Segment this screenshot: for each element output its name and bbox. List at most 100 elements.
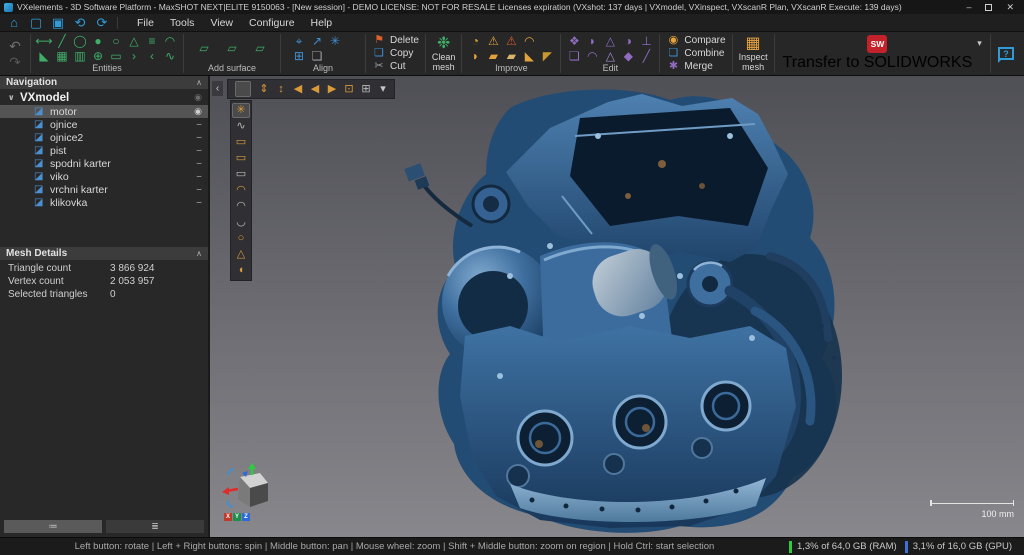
tree-item-viko[interactable]: ◪ viko ⌣ [0, 170, 208, 183]
triangle-selection-tool[interactable]: △ [232, 247, 250, 262]
export-session-icon[interactable]: ⟳ [92, 15, 112, 31]
expander-icon[interactable]: ∨ [8, 93, 20, 102]
tree-item-motor[interactable]: ◪ motor ◉ [0, 105, 208, 118]
brush-selection-tool[interactable]: ✳ [232, 103, 250, 118]
import-session-icon[interactable]: ⟲ [70, 15, 90, 31]
fill-holes-icon[interactable]: ◔ [466, 33, 484, 48]
visibility-eye-icon[interactable]: ◉ [188, 106, 202, 117]
clean-mesh-button[interactable]: ❉ Clean mesh [426, 32, 462, 75]
slab-entity-icon[interactable]: ≡ [143, 33, 161, 48]
arc-right-entity-icon[interactable]: › [125, 48, 143, 63]
menu-view[interactable]: View [204, 15, 239, 31]
cut-button[interactable]: ✂ Cut [372, 61, 419, 73]
defeature-icon[interactable]: ❖ [565, 33, 583, 48]
remesh-icon[interactable]: ▰ [484, 48, 502, 63]
invert-selection-icon[interactable]: ↕ [273, 81, 289, 97]
next-selection-icon[interactable]: ▶ [324, 81, 340, 97]
menu-tools[interactable]: Tools [164, 15, 201, 31]
compare-button[interactable]: ◉ Compare [666, 35, 725, 47]
rectangle-through-selection-tool[interactable]: ▭ [232, 167, 250, 182]
refine-icon[interactable]: ◤ [538, 48, 556, 63]
restore-button[interactable] [985, 4, 992, 11]
mesh-details-header[interactable]: Mesh Details ∧ [0, 247, 208, 260]
blob-selection-tool[interactable]: ◖ [232, 263, 250, 278]
lasso-selection-tool[interactable]: ○ [232, 231, 250, 246]
align-axis-icon[interactable]: ↗ [308, 33, 326, 48]
merge-button[interactable]: ✱ Merge [666, 61, 725, 73]
inspect-mesh-button[interactable]: ▦ Inspect mesh [733, 32, 774, 75]
selection-rectangle-tool[interactable] [235, 81, 251, 97]
visibility-eye-icon[interactable]: ⌣ [188, 119, 202, 130]
save-session-icon[interactable]: ▣ [48, 15, 68, 31]
close-button[interactable]: ✕ [1006, 3, 1014, 12]
visibility-eye-icon[interactable]: ⌣ [188, 145, 202, 156]
smooth-boundary-icon[interactable]: ◠ [520, 33, 538, 48]
visibility-eye-icon[interactable]: ◉ [188, 92, 202, 103]
tree-item-pist[interactable]: ◪ pist ⌣ [0, 144, 208, 157]
zoom-selection-icon[interactable]: ⊡ [341, 81, 357, 97]
selection-options-dropdown[interactable]: ▾ [375, 81, 391, 97]
align-frames-icon[interactable]: ✳ [326, 33, 344, 48]
tree-root-vxmodel[interactable]: ∨ VXmodel ◉ [0, 90, 208, 105]
viewport-3d[interactable]: ‹ ⇕↕◀◀▶⊡⊞▾ ✳∿▭▭▭◠◠◡○△◖ [210, 76, 1024, 537]
visibility-eye-icon[interactable]: ⌣ [188, 132, 202, 143]
rectangle-entity-icon[interactable]: ▭ [107, 48, 125, 63]
curve-selection-tool[interactable]: ◡ [232, 215, 250, 230]
surface-patch-icon[interactable]: ◗ [583, 33, 601, 48]
minimize-button[interactable]: – [966, 3, 971, 12]
viewport-collapse-button[interactable]: ‹ [212, 81, 223, 96]
circle-entity-icon[interactable]: ◯ [71, 33, 89, 48]
flip-normals-icon[interactable]: ⊥ [637, 33, 655, 48]
zoom-region-icon[interactable]: ⊞ [358, 81, 374, 97]
view-cube[interactable] [222, 463, 274, 511]
smooth-mesh-icon[interactable]: ▰ [502, 48, 520, 63]
ellipse-entity-icon[interactable]: ○ [107, 33, 125, 48]
align-entities-icon[interactable]: ⊞ [290, 48, 308, 63]
previous-selection-2-icon[interactable]: ◀ [307, 81, 323, 97]
rectangle-selection-tool[interactable]: ▭ [232, 135, 250, 150]
copy-button[interactable]: ❏ Copy [372, 48, 419, 60]
delete-button[interactable]: ⚑ Delete [372, 35, 419, 47]
decimate-icon[interactable]: △ [601, 48, 619, 63]
fix-errors-icon[interactable]: ⚠ [502, 33, 520, 48]
ruler-entity-icon[interactable]: ⟷ [35, 33, 53, 48]
sphere-entity-icon[interactable]: ⊕ [89, 48, 107, 63]
menu-file[interactable]: File [131, 15, 160, 31]
home-icon[interactable]: ⌂ [4, 15, 24, 31]
spline-entity-icon[interactable]: ∿ [161, 48, 179, 63]
reduce-mesh-icon[interactable]: ◗ [466, 48, 484, 63]
plane-grid-entity-icon[interactable]: ▦ [53, 48, 71, 63]
tree-item-ojnice[interactable]: ◪ ojnice ⌣ [0, 118, 208, 131]
navigation-collapse-icon[interactable]: ∧ [196, 78, 202, 87]
dome-through-selection-tool[interactable]: ◠ [232, 199, 250, 214]
rectangle-visible-selection-tool[interactable]: ▭ [232, 151, 250, 166]
tree-view-button[interactable]: ≔ [4, 520, 102, 533]
extract-icon[interactable]: ◠ [583, 48, 601, 63]
tree-item-ojnice2[interactable]: ◪ ojnice2 ⌣ [0, 131, 208, 144]
tree-item-spodni-karter[interactable]: ◪ spodni karter ⌣ [0, 157, 208, 170]
angle-entity-icon[interactable]: ‹ [143, 48, 161, 63]
visibility-eye-icon[interactable]: ⌣ [188, 197, 202, 208]
new-session-icon[interactable]: ▢ [26, 15, 46, 31]
align-surface-icon[interactable]: ❏ [308, 48, 326, 63]
transfer-solidworks-button[interactable]: SW Transfer to SOLIDWORKS ▾ [775, 32, 990, 75]
expand-selection-icon[interactable]: ⇕ [256, 81, 272, 97]
previous-selection-icon[interactable]: ◀ [290, 81, 306, 97]
feedback-bubble-icon[interactable]: ? [998, 47, 1014, 60]
point-entity-icon[interactable]: ● [89, 33, 107, 48]
triangle-edit-icon[interactable]: △ [601, 33, 619, 48]
menu-configure[interactable]: Configure [243, 15, 301, 31]
menu-help[interactable]: Help [305, 15, 339, 31]
sharpen-icon[interactable]: ◣ [520, 48, 538, 63]
mesh-plane-entity-icon[interactable]: ▥ [71, 48, 89, 63]
visibility-eye-icon[interactable]: ⌣ [188, 184, 202, 195]
freeform-selection-tool[interactable]: ∿ [232, 119, 250, 134]
add-surface-auto-icon[interactable]: ▱ [195, 41, 213, 56]
fix-triangles-icon[interactable]: ⚠ [484, 33, 502, 48]
waterproof-icon[interactable]: ◆ [619, 48, 637, 63]
split-mesh-icon[interactable]: ◑ [619, 33, 637, 48]
dome-selection-tool[interactable]: ◠ [232, 183, 250, 198]
tree-item-vrchni-karter[interactable]: ◪ vrchni karter ⌣ [0, 183, 208, 196]
navigation-header[interactable]: Navigation ∧ [0, 76, 208, 89]
undo-icon[interactable]: ↶ [6, 38, 24, 54]
